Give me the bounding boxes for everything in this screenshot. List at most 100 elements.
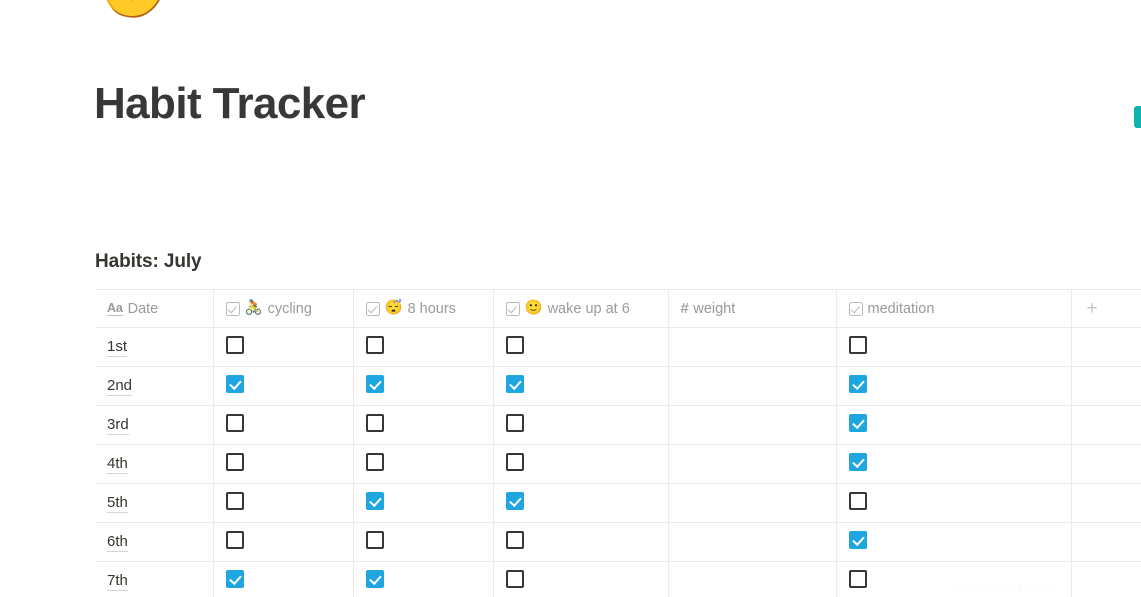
checkbox-unchecked-icon[interactable] [505,335,524,354]
windows-activation-watermark: Activate Windows Go to Settings to activ… [955,578,1121,597]
checkbox-cell-cycling[interactable] [213,522,354,562]
date-link[interactable]: 4th [107,455,128,474]
checkbox-cell-cycling[interactable] [213,366,354,406]
plus-icon: + [1086,298,1098,319]
checkbox-unchecked-icon[interactable] [848,491,867,510]
checkbox-cell-wake-up-at-6[interactable] [493,483,669,523]
checkbox-checked-icon[interactable] [225,374,244,393]
right-edge-widget[interactable] [1134,106,1141,128]
column-header-8-hours[interactable]: 😴 8 hours [353,289,494,328]
checkbox-unchecked-icon[interactable] [848,569,867,588]
checkbox-unchecked-icon[interactable] [225,491,244,510]
table-row: 6th [95,522,1141,562]
weight-cell[interactable] [668,327,837,367]
checkbox-checked-icon[interactable] [225,569,244,588]
checkbox-cell-8-hours[interactable] [353,327,494,367]
weight-cell[interactable] [668,561,837,597]
checkbox-unchecked-icon[interactable] [365,452,384,471]
checkbox-cell-8-hours[interactable] [353,522,494,562]
date-link[interactable]: 7th [107,572,128,591]
weight-cell[interactable] [668,522,837,562]
checkbox-unchecked-icon[interactable] [365,335,384,354]
date-cell[interactable]: 5th [95,483,214,523]
checkbox-unchecked-icon[interactable] [505,569,524,588]
date-cell[interactable]: 3rd [95,405,214,445]
checkbox-cell-8-hours[interactable] [353,366,494,406]
checkbox-unchecked-icon[interactable] [848,335,867,354]
checkbox-unchecked-icon[interactable] [505,413,524,432]
column-header-label: meditation [867,300,935,317]
add-column-button[interactable]: + [1071,289,1141,328]
section-heading: Habits: July [95,251,202,272]
checkbox-cell-meditation[interactable] [836,444,1072,484]
checkbox-type-icon [505,301,520,316]
column-header-wake-up-at-6[interactable]: 🙂 wake up at 6 [493,289,669,328]
checkbox-cell-cycling[interactable] [213,327,354,367]
checkbox-unchecked-icon[interactable] [505,452,524,471]
sleeping-face-emoji: 😴 [384,300,403,317]
checkbox-cell-cycling[interactable] [213,444,354,484]
checkbox-cell-wake-up-at-6[interactable] [493,522,669,562]
checkbox-unchecked-icon[interactable] [365,413,384,432]
habit-tracker-page: ✊ Habit Tracker Habits: July Aa Date [0,0,1141,597]
checkbox-unchecked-icon[interactable] [225,530,244,549]
date-cell[interactable]: 2nd [95,366,214,406]
checkbox-type-icon [225,301,240,316]
checkbox-cell-8-hours[interactable] [353,561,494,597]
checkbox-checked-icon[interactable] [505,491,524,510]
date-cell[interactable]: 1st [95,327,214,367]
checkbox-checked-icon[interactable] [365,491,384,510]
checkbox-cell-meditation[interactable] [836,483,1072,523]
column-header-weight[interactable]: # weight [668,289,837,328]
habit-table: Aa Date 🚴 cycling 😴 8 hours 🙂 wake up at… [95,289,1141,597]
weight-cell[interactable] [668,405,837,445]
date-link[interactable]: 2nd [107,377,133,396]
column-header-cycling[interactable]: 🚴 cycling [213,289,354,328]
checkbox-cell-wake-up-at-6[interactable] [493,561,669,597]
checkbox-checked-icon[interactable] [365,569,384,588]
column-header-label: weight [693,300,736,317]
row-trailing-cell [1071,405,1141,445]
checkbox-checked-icon[interactable] [365,374,384,393]
date-link[interactable]: 5th [107,494,128,513]
checkbox-cell-wake-up-at-6[interactable] [493,366,669,406]
date-link[interactable]: 6th [107,533,128,552]
checkbox-unchecked-icon[interactable] [225,452,244,471]
weight-cell[interactable] [668,483,837,523]
raised-fist-emoji[interactable]: ✊ [95,0,172,18]
checkbox-cell-cycling[interactable] [213,405,354,445]
checkbox-cell-8-hours[interactable] [353,405,494,445]
weight-cell[interactable] [668,444,837,484]
checkbox-cell-meditation[interactable] [836,522,1072,562]
checkbox-checked-icon[interactable] [848,452,867,471]
date-link[interactable]: 1st [107,338,128,357]
checkbox-cell-wake-up-at-6[interactable] [493,405,669,445]
checkbox-cell-meditation[interactable] [836,405,1072,445]
column-header-date[interactable]: Aa Date [95,289,214,328]
date-cell[interactable]: 4th [95,444,214,484]
date-link[interactable]: 3rd [107,416,129,435]
checkbox-cell-8-hours[interactable] [353,483,494,523]
checkbox-checked-icon[interactable] [505,374,524,393]
checkbox-checked-icon[interactable] [848,413,867,432]
row-trailing-cell [1071,327,1141,367]
checkbox-unchecked-icon[interactable] [505,530,524,549]
weight-cell[interactable] [668,366,837,406]
checkbox-cell-wake-up-at-6[interactable] [493,327,669,367]
checkbox-cell-8-hours[interactable] [353,444,494,484]
date-cell[interactable]: 7th [95,561,214,597]
checkbox-cell-cycling[interactable] [213,561,354,597]
table-row: 5th [95,483,1141,523]
checkbox-cell-cycling[interactable] [213,483,354,523]
checkbox-unchecked-icon[interactable] [225,413,244,432]
checkbox-checked-icon[interactable] [848,530,867,549]
checkbox-unchecked-icon[interactable] [365,530,384,549]
checkbox-checked-icon[interactable] [848,374,867,393]
checkbox-cell-meditation[interactable] [836,366,1072,406]
column-header-meditation[interactable]: meditation [836,289,1072,328]
date-cell[interactable]: 6th [95,522,214,562]
checkbox-cell-meditation[interactable] [836,327,1072,367]
row-trailing-cell [1071,483,1141,523]
checkbox-cell-wake-up-at-6[interactable] [493,444,669,484]
checkbox-unchecked-icon[interactable] [225,335,244,354]
